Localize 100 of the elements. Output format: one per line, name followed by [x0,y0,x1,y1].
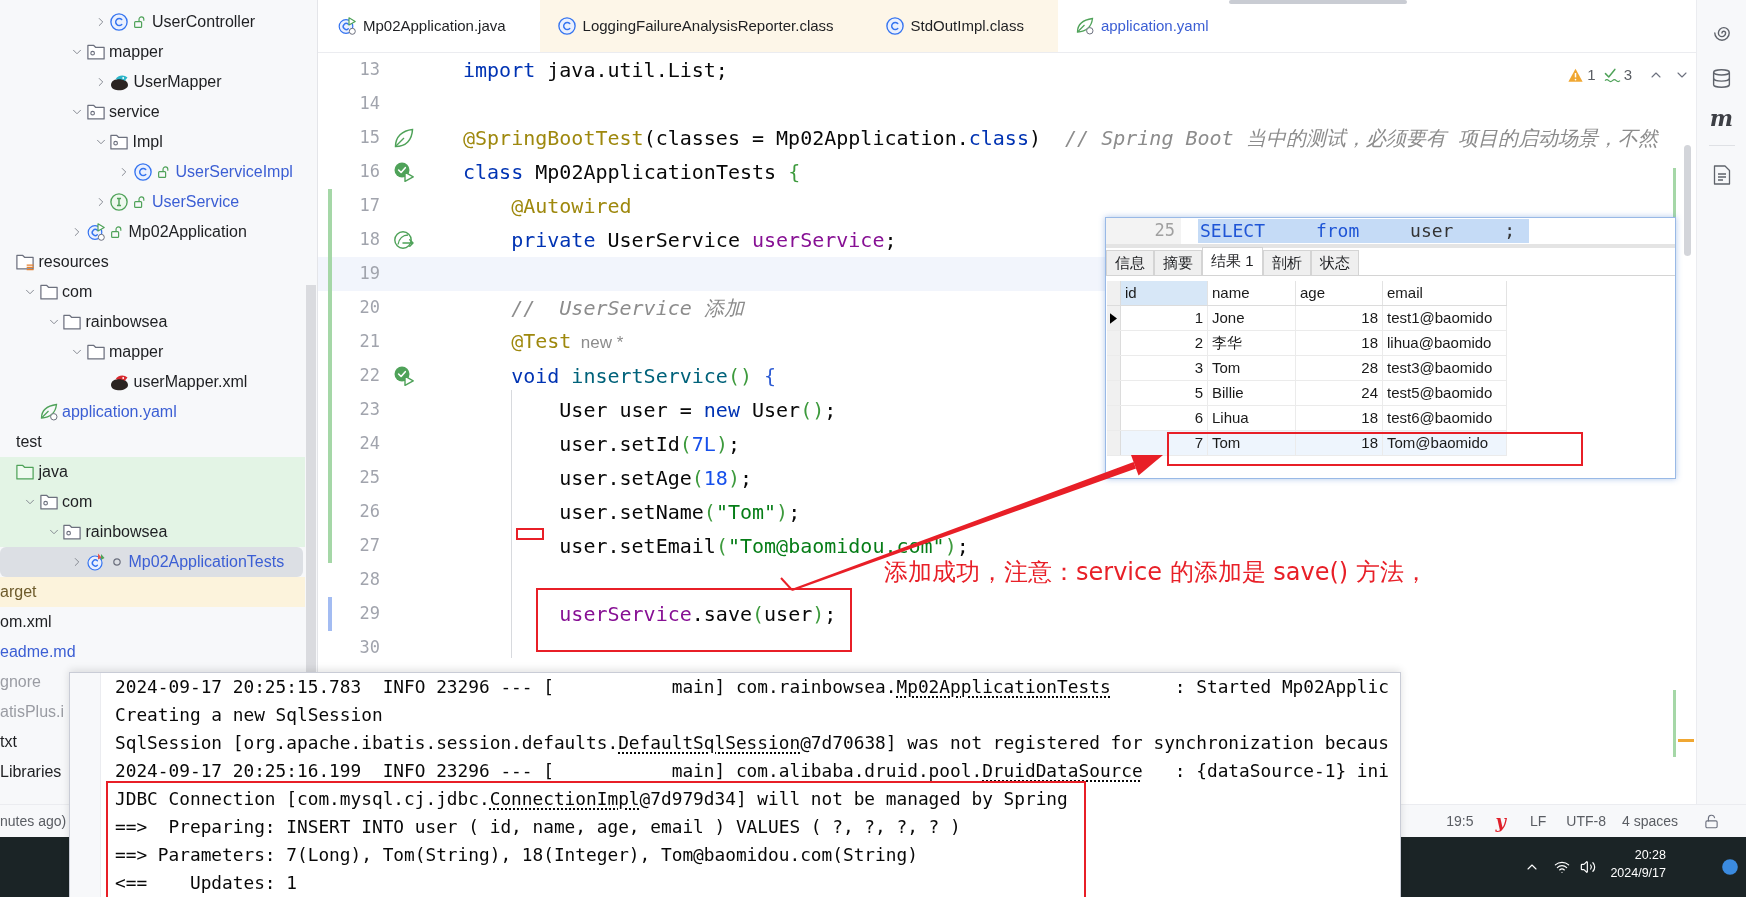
caret-position[interactable]: 19:5 [1446,810,1474,832]
tree-item[interactable]: UserMapper [0,67,222,97]
wifi-icon[interactable] [1554,859,1571,875]
tree-item[interactable]: application.yaml [0,397,177,427]
editor-tab[interactable]: StdOutImpl.class [867,0,1058,52]
tree-item[interactable]: eadme.md [0,637,76,667]
class-icon [557,17,576,35]
class-icon [133,163,152,181]
table-cell: Billie [1208,381,1296,405]
class-run-icon [86,223,105,241]
class-link[interactable]: DruidDataSource [982,760,1143,781]
row-header-cell[interactable] [1107,431,1121,455]
code-line: class Mp02ApplicationTests { [463,159,801,186]
result-tab[interactable]: 摘要 [1154,250,1202,275]
tree-item[interactable]: rainbowsea [0,307,168,337]
line-number: 16 [359,160,380,184]
speaker-icon[interactable] [1580,859,1597,875]
tree-item[interactable]: mapper [0,337,164,367]
run-icon[interactable] [394,162,414,182]
table-row[interactable]: 7 Tom 18 Tom@baomido [1107,431,1507,456]
weak-warning-count[interactable]: 3 [1623,64,1632,87]
tree-item[interactable]: service [0,97,160,127]
result-tab[interactable]: 信息 [1106,250,1154,275]
code-line: user.setName("Tom"); [559,499,801,526]
test-folder-icon [16,463,34,481]
line-number: 25 [359,466,380,490]
row-header-cell[interactable] [1107,381,1121,405]
tree-item[interactable]: resources [0,247,109,277]
plugin-widget[interactable]: y [1495,807,1506,835]
table-cell: 1 [1121,306,1208,330]
tree-item[interactable]: mapper [0,37,164,67]
bird-icon [110,73,129,91]
line-number: 20 [359,296,380,320]
table-row[interactable]: 5 Billie 24 test5@baomido [1107,381,1507,406]
tree-item[interactable]: arget [0,577,305,607]
table-cell: Tom@baomido [1383,431,1507,455]
run-icon[interactable] [394,366,414,386]
warning-count[interactable]: 1 [1587,64,1596,87]
scrollbar-thumb[interactable] [306,285,316,672]
tab-scrollbar[interactable] [1229,0,1407,4]
database-icon[interactable] [1711,68,1732,89]
table-row[interactable]: 1 Jone 18 test1@baomido [1107,306,1507,331]
tree-item[interactable]: om.xml [0,607,52,637]
table-cell: 5 [1121,381,1208,405]
tree-item[interactable]: rainbowsea [0,517,305,547]
console-line: ==> Preparing: INSERT INTO user ( id, name, age, email ) VALUES ( ?, ?, ?, ? ) [115,815,961,839]
row-header-cell[interactable] [1107,306,1121,330]
column-header[interactable]: id [1121,281,1208,305]
row-header-cell[interactable] [1107,406,1121,430]
tree-item[interactable]: userMapper.xml [0,367,248,397]
class-link[interactable]: Mp02ApplicationTests [896,676,1111,697]
editor-tab[interactable]: LoggingFailureAnalysisReporter.class [539,0,868,52]
tree-item[interactable]: test [0,427,42,457]
code-line: @Test new * [511,328,624,355]
table-cell: 6 [1121,406,1208,430]
code-line: void insertService() { [511,363,777,390]
tree-item[interactable]: txt [0,727,17,757]
table-cell: lihua@baomido [1383,331,1507,355]
result-tab[interactable]: 结果 1 [1202,247,1263,275]
tree-item[interactable]: java [0,457,305,487]
tree-item[interactable]: Mp02Application [0,217,247,247]
result-tab[interactable]: 剖析 [1262,250,1311,275]
class-link[interactable]: ConnectionImpl [489,788,640,809]
clock-time[interactable]: 20:28 [1634,846,1666,864]
document-icon[interactable] [1712,165,1731,185]
tool-window-button[interactable]: m [1705,103,1738,133]
code-line: user.setId(7L); [559,431,740,458]
table-row[interactable]: 2 李华 18 lihua@baomido [1107,331,1507,356]
tree-item[interactable]: Impl [0,127,163,157]
table-cell: 李华 [1208,331,1296,355]
result-tab[interactable]: 状态 [1310,250,1359,275]
tree-item[interactable]: com [0,277,93,307]
tree-item[interactable]: Mp02ApplicationTests [0,547,303,577]
open-lock-icon[interactable] [1704,813,1719,829]
clock-date[interactable]: 2024/9/17 [1610,864,1666,882]
tree-item[interactable]: UserController [0,7,256,37]
class-icon [885,17,904,35]
class-link[interactable]: DefaultSqlSession [618,732,801,753]
tree-item[interactable]: Libraries [0,757,62,787]
scrollbar-thumb[interactable] [1684,145,1691,256]
table-row[interactable]: 6 Lihua 18 test6@baomido [1107,406,1507,431]
tree-item[interactable]: UserService [0,187,240,217]
line-separator[interactable]: LF [1529,810,1547,832]
encoding-selector[interactable]: UTF-8 [1566,810,1606,832]
circle-icon[interactable] [1722,859,1738,875]
leaf-icon[interactable] [394,128,414,148]
code-line: userService.save(user); [559,601,837,628]
row-header-cell[interactable] [1107,331,1121,355]
table-cell: test5@baomido [1383,381,1507,405]
tree-item[interactable]: UserServiceImpl [0,157,293,187]
indent-selector[interactable]: 4 spaces [1621,810,1678,832]
package-icon [63,523,81,541]
table-row[interactable]: 3 Tom 28 test3@baomido [1107,356,1507,381]
leaf-icon [39,403,58,421]
line-number: 18 [359,228,380,252]
console-line: 2024-09-17 20:25:16.199 INFO 23296 --- [ main] com.alibaba.druid.pool.DruidDataSource : {dataSource-1} ini [115,759,1389,783]
table-cell: 18 [1296,406,1383,430]
table-cell: 2 [1121,331,1208,355]
tree-item[interactable]: com [0,487,305,517]
row-header-cell[interactable] [1107,356,1121,380]
